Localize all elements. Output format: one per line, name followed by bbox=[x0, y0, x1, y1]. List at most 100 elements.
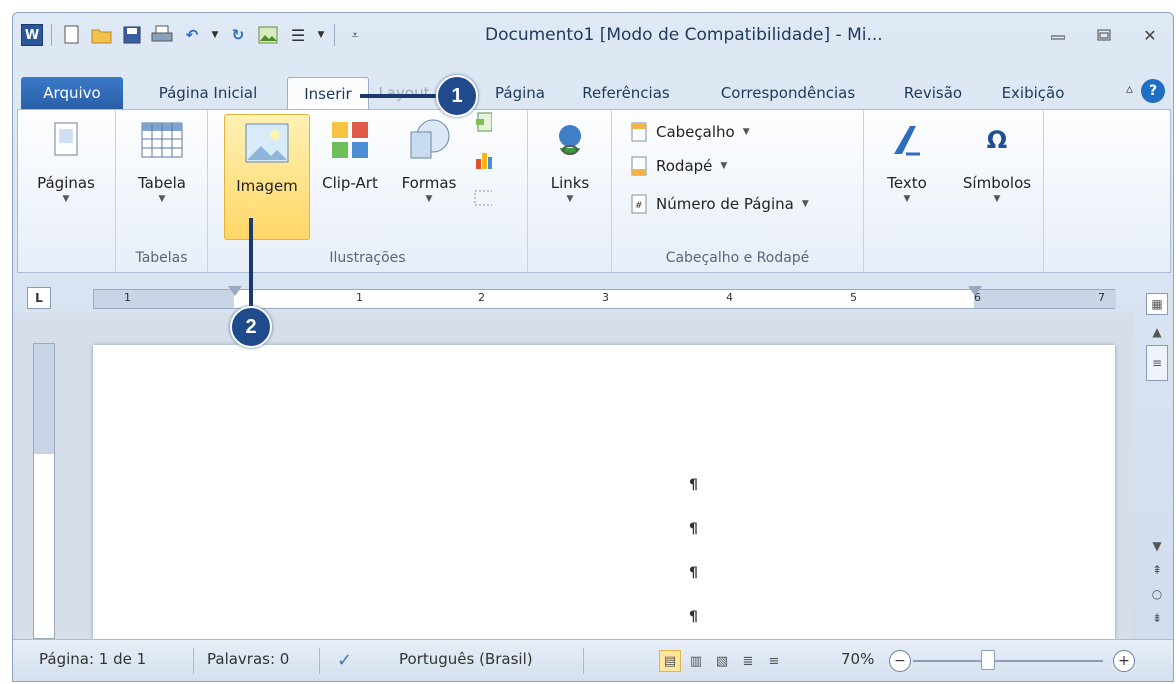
document-page[interactable]: ¶ ¶ ¶ ¶ bbox=[93, 345, 1115, 639]
svg-text:#: # bbox=[635, 201, 643, 211]
group-links: Links ▼ bbox=[528, 110, 612, 272]
pages-button[interactable]: Páginas ▼ bbox=[22, 116, 110, 204]
open-folder-icon[interactable] bbox=[90, 23, 114, 47]
picture-button[interactable]: Imagem bbox=[224, 114, 310, 240]
scroll-up-icon[interactable]: ▲ bbox=[1146, 321, 1168, 343]
scroll-down-icon[interactable]: ▼ bbox=[1146, 535, 1168, 557]
zoom-slider-thumb[interactable] bbox=[981, 650, 995, 670]
shapes-label: Formas bbox=[401, 174, 457, 192]
language-status[interactable]: Português (Brasil) bbox=[399, 650, 533, 668]
page-number-button[interactable]: # Número de Página ▼ bbox=[630, 194, 809, 214]
page-count-status[interactable]: Página: 1 de 1 bbox=[39, 650, 146, 668]
title-bar: W ↶ ▼ ↻ ☰ ▼ ⩡ Documento1 [Modo de Compat… bbox=[13, 13, 1173, 59]
footer-button[interactable]: Rodapé ▼ bbox=[630, 156, 727, 176]
status-separator bbox=[193, 648, 194, 674]
vertical-scrollbar[interactable]: ▦ ▲ ≡ ▼ ⇞ ○ ⇟ bbox=[1143, 275, 1171, 639]
tab-mailings[interactable]: Correspondências bbox=[699, 77, 877, 109]
footer-icon bbox=[630, 156, 648, 176]
zoom-in-icon[interactable]: + bbox=[1113, 650, 1135, 672]
group-pages: Páginas ▼ bbox=[18, 110, 116, 272]
ruler-number: 2 bbox=[478, 291, 485, 304]
word-window: W ↶ ▼ ↻ ☰ ▼ ⩡ Documento1 [Modo de Compat… bbox=[12, 12, 1174, 682]
web-layout-icon[interactable]: ▧ bbox=[711, 650, 733, 672]
dropdown-arrow-icon: ▼ bbox=[903, 194, 911, 204]
shapes-button[interactable]: Formas ▼ bbox=[392, 116, 466, 204]
tab-references[interactable]: Referências bbox=[567, 77, 685, 109]
zoom-level[interactable]: 70% bbox=[841, 650, 874, 668]
word-icon[interactable]: W bbox=[21, 24, 43, 46]
next-page-icon[interactable]: ⇟ bbox=[1146, 607, 1168, 629]
close-button[interactable]: ✕ bbox=[1127, 23, 1173, 47]
dropdown-arrow-icon: ▼ bbox=[993, 194, 1001, 204]
group-illustrations: Imagem Clip-Art Formas ▼ Ilustrações bbox=[208, 110, 528, 272]
draft-view-icon[interactable]: ≡ bbox=[763, 650, 785, 672]
full-screen-reading-icon[interactable]: ▥ bbox=[685, 650, 707, 672]
customize-qat-icon[interactable]: ⩡ bbox=[343, 23, 367, 47]
document-area: ¶ ¶ ¶ ¶ bbox=[13, 313, 1133, 639]
minimize-ribbon-icon[interactable]: ▵ bbox=[1126, 81, 1133, 97]
tab-layout[interactable]: Layout bbox=[369, 77, 439, 109]
table-icon bbox=[140, 116, 184, 164]
group-text: Texto ▼ bbox=[864, 110, 950, 272]
dropdown-arrow-icon: ▼ bbox=[158, 194, 166, 204]
tab-view[interactable]: Exibição bbox=[985, 77, 1081, 109]
header-label: Cabeçalho bbox=[656, 123, 735, 141]
right-margin-shade bbox=[974, 290, 1116, 308]
zoom-slider[interactable] bbox=[913, 660, 1103, 662]
tab-insert[interactable]: Inserir bbox=[287, 77, 369, 109]
previous-page-icon[interactable]: ⇞ bbox=[1146, 559, 1168, 581]
proofing-icon[interactable]: ✓ bbox=[337, 650, 352, 671]
clipart-label: Clip-Art bbox=[322, 174, 378, 192]
vertical-ruler[interactable] bbox=[33, 343, 55, 639]
redo-icon[interactable]: ↻ bbox=[226, 23, 250, 47]
ruler-number: 4 bbox=[726, 291, 733, 304]
tab-page[interactable]: Página bbox=[483, 77, 557, 109]
save-icon[interactable] bbox=[120, 23, 144, 47]
qat-separator bbox=[334, 24, 335, 46]
undo-icon[interactable]: ↶ bbox=[180, 23, 204, 47]
minimize-button[interactable] bbox=[1035, 23, 1081, 47]
undo-dropdown-icon[interactable]: ▼ bbox=[210, 23, 220, 47]
new-doc-icon[interactable] bbox=[60, 23, 84, 47]
group-symbols: Ω Símbolos ▼ bbox=[950, 110, 1044, 272]
tab-home[interactable]: Página Inicial bbox=[143, 77, 273, 109]
quick-access-toolbar: W ↶ ▼ ↻ ☰ ▼ ⩡ bbox=[21, 23, 367, 47]
chart-button[interactable] bbox=[474, 150, 492, 170]
qat-separator bbox=[51, 24, 52, 46]
smartart-button[interactable] bbox=[474, 112, 492, 132]
screenshot-button[interactable] bbox=[474, 188, 492, 208]
paragraph-mark: ¶ bbox=[689, 565, 698, 581]
picture-icon bbox=[245, 119, 289, 167]
table-button[interactable]: Tabela ▼ bbox=[124, 116, 200, 204]
list-dropdown-icon[interactable]: ▼ bbox=[316, 23, 326, 47]
text-button[interactable]: Texto ▼ bbox=[874, 116, 940, 204]
paragraph-mark: ¶ bbox=[689, 609, 698, 625]
outline-view-icon[interactable]: ≣ bbox=[737, 650, 759, 672]
header-button[interactable]: Cabeçalho ▼ bbox=[630, 122, 750, 142]
print-icon[interactable] bbox=[150, 23, 174, 47]
browse-object-icon[interactable]: ○ bbox=[1146, 583, 1168, 605]
callout-badge-2: 2 bbox=[230, 306, 272, 348]
omega-icon: Ω bbox=[986, 126, 1008, 154]
scroll-thumb[interactable]: ≡ bbox=[1146, 345, 1168, 381]
right-indent-marker[interactable] bbox=[968, 286, 982, 296]
dropdown-arrow-icon: ▼ bbox=[566, 194, 574, 204]
picture-icon[interactable] bbox=[256, 23, 280, 47]
help-icon[interactable]: ? bbox=[1141, 79, 1165, 103]
tab-stop-selector[interactable]: L bbox=[27, 287, 51, 309]
links-button[interactable]: Links ▼ bbox=[536, 116, 604, 204]
restore-button[interactable] bbox=[1081, 23, 1127, 47]
list-icon[interactable]: ☰ bbox=[286, 23, 310, 47]
tab-file[interactable]: Arquivo bbox=[21, 77, 123, 109]
view-ruler-icon[interactable]: ▦ bbox=[1146, 293, 1168, 315]
dropdown-arrow-icon: ▼ bbox=[62, 194, 70, 204]
symbols-button[interactable]: Ω Símbolos ▼ bbox=[956, 116, 1038, 204]
zoom-out-icon[interactable]: − bbox=[889, 650, 911, 672]
left-indent-marker[interactable] bbox=[228, 286, 242, 296]
tab-review[interactable]: Revisão bbox=[891, 77, 975, 109]
word-count-status[interactable]: Palavras: 0 bbox=[207, 650, 289, 668]
top-margin-shade bbox=[34, 344, 54, 454]
symbols-label: Símbolos bbox=[962, 174, 1032, 192]
clipart-button[interactable]: Clip-Art bbox=[314, 116, 386, 192]
print-layout-icon[interactable]: ▤ bbox=[659, 650, 681, 672]
